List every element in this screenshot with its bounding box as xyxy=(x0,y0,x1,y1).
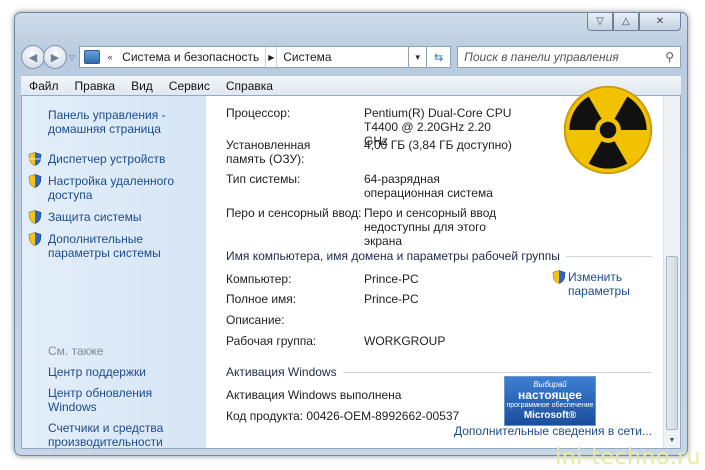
workgroup-row: Рабочая группа: WORKGROUP xyxy=(226,334,445,348)
main-panel: Процессор: Pentium(R) Dual-Core CPU T440… xyxy=(206,85,680,448)
workgroup-label: Рабочая группа: xyxy=(226,334,317,348)
sidebar-item-label: Настройка удаленного доступа xyxy=(48,174,175,202)
vertical-scrollbar[interactable]: ▼ xyxy=(663,96,680,448)
genuine-microsoft-badge[interactable]: Выбирай настоящее программное обеспечени… xyxy=(504,376,596,426)
memory-row: Установленная память (ОЗУ): 4,00 ГБ (3,8… xyxy=(226,138,512,166)
workgroup-value: WORKGROUP xyxy=(364,334,446,348)
product-key-row: Код продукта: 00426-OEM-8992662-00537 xyxy=(226,409,459,423)
maximize-button[interactable]: △ xyxy=(613,13,639,31)
minimize-button[interactable]: ▽ xyxy=(587,13,613,31)
genuine-line-3: программное обеспечение xyxy=(506,402,594,409)
sidebar: Панель управления - домашняя страница Ди… xyxy=(22,96,206,449)
pen-value: Перо и сенсорный ввод недоступны для это… xyxy=(364,206,497,248)
chevron-left-icon[interactable]: « xyxy=(104,47,116,67)
menu-tools[interactable]: Сервис xyxy=(161,79,218,93)
genuine-line-2: настоящее xyxy=(518,388,582,402)
sidebar-item-device-manager[interactable]: Диспетчер устройств xyxy=(22,152,206,166)
scroll-thumb[interactable] xyxy=(666,256,678,430)
menu-help[interactable]: Справка xyxy=(218,79,281,93)
sidebar-item-protection[interactable]: Защита системы xyxy=(22,210,206,224)
caption-buttons: ▽ △ ✕ xyxy=(587,13,681,31)
full-name-value: Prince-PC xyxy=(364,292,419,306)
control-panel-icon xyxy=(84,50,101,64)
section-divider xyxy=(565,255,652,257)
full-name-row: Полное имя: Prince-PC xyxy=(226,292,419,306)
computer-name-value: Prince-PC xyxy=(364,272,419,286)
see-also-performance[interactable]: Счетчики и средства производительности xyxy=(22,421,172,449)
menu-view[interactable]: Вид xyxy=(123,79,161,93)
breadcrumb-system-security[interactable]: Система и безопасность xyxy=(116,50,265,64)
memory-value: 4,00 ГБ (3,84 ГБ доступно) xyxy=(364,138,512,152)
menu-file[interactable]: Файл xyxy=(21,79,67,93)
shield-icon xyxy=(28,152,42,166)
full-name-label: Полное имя: xyxy=(226,292,297,306)
computer-name-row: Компьютер: Prince-PC xyxy=(226,272,419,286)
change-settings-label: Изменить параметры xyxy=(568,270,630,298)
sidebar-item-advanced[interactable]: Дополнительные параметры системы xyxy=(22,232,200,260)
section-divider xyxy=(342,371,652,373)
breadcrumb-system[interactable]: Система xyxy=(277,50,337,64)
menu-edit[interactable]: Правка xyxy=(67,79,124,93)
address-bar[interactable]: « Система и безопасность ▶ Система xyxy=(79,46,410,68)
system-type-label: Тип системы: xyxy=(226,172,301,186)
forward-button[interactable]: ▶ xyxy=(43,45,67,69)
watermark: ini-techno.ru xyxy=(555,445,701,470)
computer-section-title: Имя компьютера, имя домена и параметры р… xyxy=(226,249,560,263)
genuine-line-4: Microsoft® xyxy=(523,410,577,421)
shield-icon xyxy=(28,210,42,224)
memory-label: Установленная память (ОЗУ): xyxy=(226,138,311,166)
search-input[interactable]: Поиск в панели управления ⚲ xyxy=(457,46,681,68)
close-button[interactable]: ✕ xyxy=(639,13,681,31)
product-key: Код продукта: 00426-OEM-8992662-00537 xyxy=(226,409,460,423)
activation-status: Активация Windows выполнена xyxy=(226,388,402,402)
shield-icon xyxy=(552,270,566,284)
search-placeholder: Поиск в панели управления xyxy=(464,50,619,64)
history-dropdown-icon[interactable]: ▽ xyxy=(69,53,75,62)
system-type-row: Тип системы: 64-разрядная операционная с… xyxy=(226,172,514,200)
pen-row: Перо и сенсорный ввод: Перо и сенсорный … xyxy=(226,206,524,248)
system-type-value: 64-разрядная операционная система xyxy=(364,172,493,200)
more-info-link[interactable]: Дополнительные сведения в сети... xyxy=(454,424,652,438)
address-row: ◀ ▶ ▽ « Система и безопасность ▶ Система… xyxy=(21,43,681,71)
see-also-action-center[interactable]: Центр поддержки xyxy=(22,365,206,379)
see-also-title: См. также xyxy=(48,344,104,358)
refresh-icon[interactable]: ⇆ xyxy=(427,46,452,68)
address-dropdown-icon[interactable]: ▼ xyxy=(409,46,428,68)
sidebar-item-remote[interactable]: Настройка удаленного доступа xyxy=(22,174,198,202)
description-row: Описание: xyxy=(226,313,364,327)
chevron-right-icon[interactable]: ▶ xyxy=(265,47,278,67)
content-area: Панель управления - домашняя страница Ди… xyxy=(21,85,681,449)
back-button[interactable]: ◀ xyxy=(21,45,45,69)
activation-section-title: Активация Windows xyxy=(226,365,337,379)
control-panel-window: ▽ △ ✕ ◀ ▶ ▽ « Система и безопасность ▶ С… xyxy=(14,12,688,456)
description-label: Описание: xyxy=(226,313,285,327)
search-icon[interactable]: ⚲ xyxy=(665,50,674,64)
computer-section-header: Имя компьютера, имя домена и параметры р… xyxy=(226,249,652,263)
activation-status-row: Активация Windows выполнена xyxy=(226,388,401,402)
computer-name-label: Компьютер: xyxy=(226,272,292,286)
sidebar-home-link[interactable]: Панель управления - домашняя страница xyxy=(22,108,192,136)
pen-label: Перо и сенсорный ввод: xyxy=(226,206,362,220)
change-settings-link[interactable]: Изменить параметры xyxy=(552,270,630,298)
sidebar-item-label: Диспетчер устройств xyxy=(48,152,166,166)
see-also-windows-update[interactable]: Центр обновления Windows xyxy=(22,386,206,414)
radiation-logo-icon xyxy=(563,85,653,175)
sidebar-item-label: Защита системы xyxy=(48,210,142,224)
shield-icon xyxy=(28,174,42,188)
shield-icon xyxy=(28,232,42,246)
sidebar-item-label: Дополнительные параметры системы xyxy=(48,232,161,260)
